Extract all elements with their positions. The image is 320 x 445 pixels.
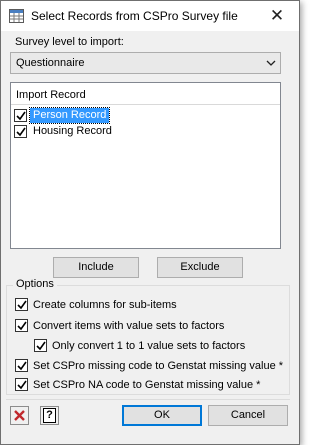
chevron-down-icon[interactable] (265, 57, 277, 69)
list-header-divider (11, 104, 280, 105)
include-button[interactable]: Include (53, 257, 139, 278)
ok-button[interactable]: OK (122, 405, 202, 426)
list-item-label: Housing Record (33, 125, 112, 137)
option-checkbox[interactable] (34, 339, 47, 352)
dialog-window: Select Records from CSPro Survey file ✕ … (0, 0, 300, 445)
option-checkbox[interactable] (15, 298, 28, 311)
help-button[interactable]: ? (40, 406, 59, 425)
option-label: Create columns for sub-items (33, 299, 177, 311)
option-label: Set CSPro missing code to Genstat missin… (33, 360, 284, 372)
option-checkbox[interactable] (15, 359, 28, 372)
window-title: Select Records from CSPro Survey file (31, 9, 238, 23)
footer-divider (6, 399, 290, 400)
option-checkbox[interactable] (15, 378, 28, 391)
import-record-list[interactable]: Import Record Person Record Housing Reco… (10, 82, 281, 249)
grid-icon (9, 9, 24, 23)
option-label: Set CSPro NA code to Genstat missing val… (33, 379, 261, 391)
exclude-button[interactable]: Exclude (157, 257, 243, 278)
list-item-label: Person Record (28, 107, 111, 124)
survey-level-value: Questionnaire (16, 57, 85, 69)
options-group-title: Options (13, 278, 57, 290)
red-x-icon (14, 410, 25, 421)
help-icon: ? (43, 408, 56, 423)
close-icon[interactable]: ✕ (257, 1, 297, 30)
option-checkbox[interactable] (15, 319, 28, 332)
option-label: Only convert 1 to 1 value sets to factor… (52, 340, 246, 352)
title-bar[interactable]: Select Records from CSPro Survey file ✕ (1, 1, 299, 31)
survey-level-select[interactable]: Questionnaire (10, 52, 281, 74)
cancel-button[interactable]: Cancel (208, 405, 288, 426)
record-checkbox[interactable] (14, 125, 27, 138)
reset-button[interactable] (10, 406, 29, 425)
record-checkbox[interactable] (14, 109, 27, 122)
survey-level-label: Survey level to import: (15, 36, 124, 48)
option-label: Convert items with value sets to factors (33, 320, 225, 332)
import-record-header: Import Record (16, 89, 86, 101)
